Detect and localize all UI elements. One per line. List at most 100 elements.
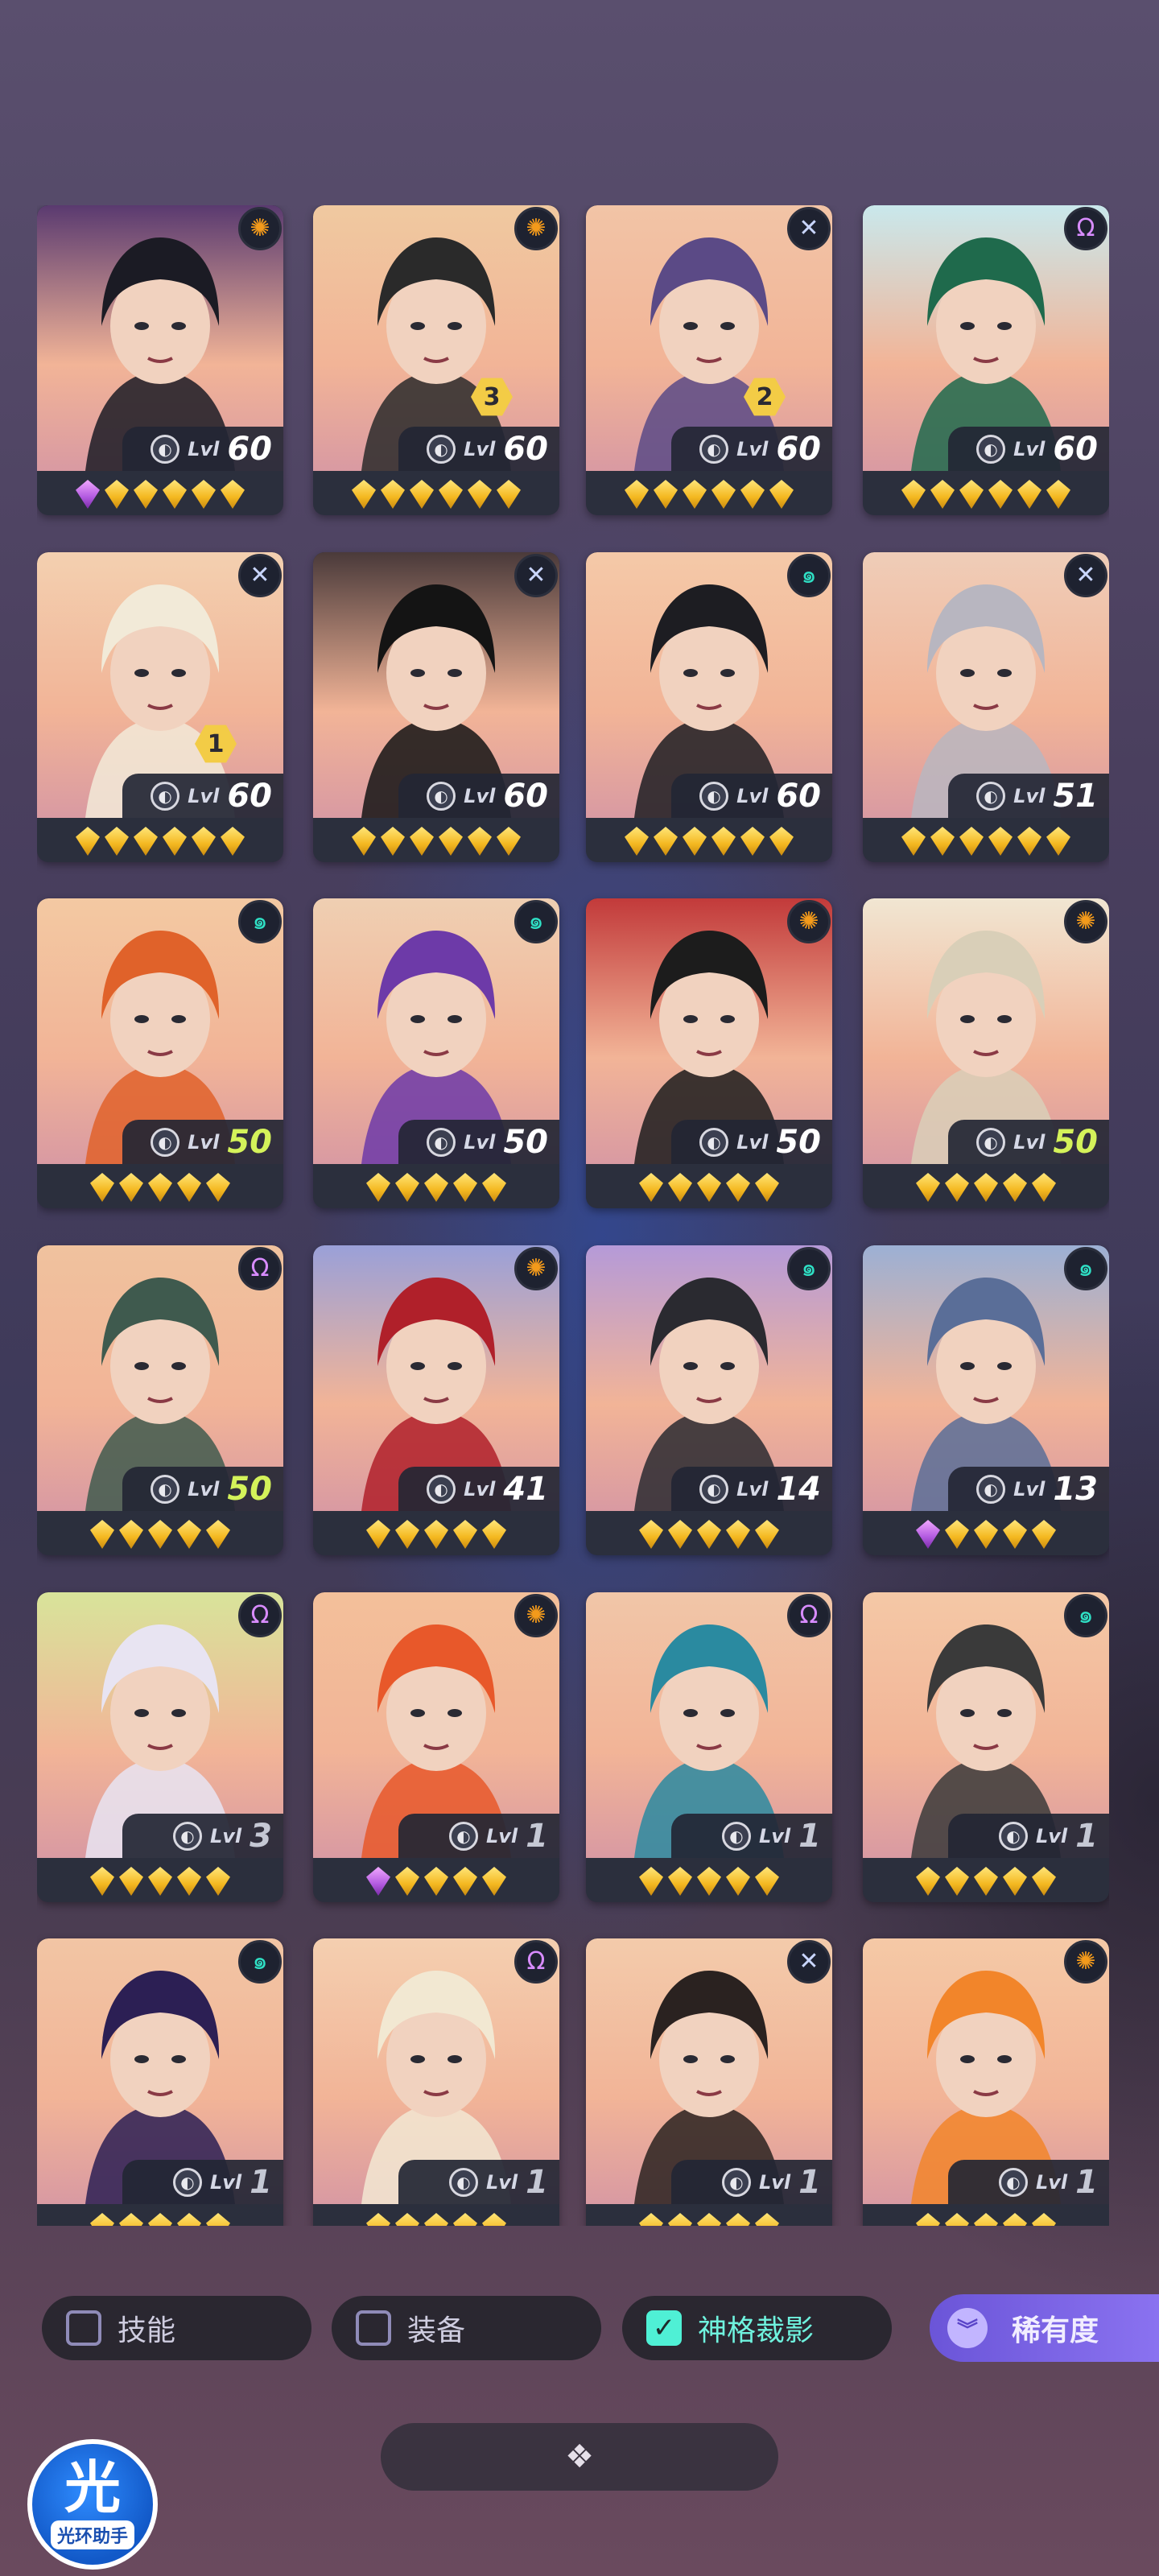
aperture-icon: ◐: [427, 434, 456, 464]
purple-gem-icon: [916, 1520, 940, 1549]
gold-gem-icon: [482, 1867, 506, 1896]
hero-card[interactable]: Ω ◐ Lvl 50: [37, 1245, 283, 1555]
level-bar: ◐ Lvl 1: [398, 2160, 559, 2204]
gold-gem-icon: [105, 827, 129, 856]
level-bar: ◐ Lvl 1: [671, 2160, 832, 2204]
level-prefix: Lvl: [1035, 2170, 1068, 2194]
equipment-filter[interactable]: 装备: [332, 2296, 601, 2360]
skill-checkbox[interactable]: [66, 2310, 101, 2346]
level-prefix: Lvl: [464, 437, 496, 460]
hero-card[interactable]: ๑ ◐ Lvl 1: [37, 1938, 283, 2226]
gold-gem-icon: [221, 480, 245, 509]
skill-filter[interactable]: 技能: [42, 2296, 311, 2360]
hero-card[interactable]: ✕ ◐ Lvl 60: [313, 552, 559, 862]
gold-gem-icon: [988, 480, 1013, 509]
omega-icon: Ω: [514, 1940, 558, 1984]
divine-shadow-checkbox[interactable]: ✓: [646, 2310, 682, 2346]
hero-card[interactable]: ๑ ◐ Lvl 13: [863, 1245, 1109, 1555]
level-value: 60: [776, 777, 821, 815]
aperture-icon: ◐: [721, 1821, 751, 1851]
star-rating: [863, 1169, 1109, 1206]
hero-card[interactable]: ๑ ◐ Lvl 60: [586, 552, 832, 862]
gold-gem-icon: [639, 2213, 663, 2226]
cross-swords-icon: ✕: [1064, 554, 1107, 597]
hero-card[interactable]: ✕ 2 ◐ Lvl 60: [586, 205, 832, 515]
gold-gem-icon: [974, 1867, 998, 1896]
level-value: 50: [227, 1470, 272, 1508]
gold-gem-icon: [352, 827, 376, 856]
star-rating: [313, 1516, 559, 1553]
hero-card[interactable]: ✺ ◐ Lvl 50: [863, 898, 1109, 1208]
hero-card[interactable]: ✺ 3 ◐ Lvl 60: [313, 205, 559, 515]
hero-card[interactable]: ✺ ◐ Lvl 60: [37, 205, 283, 515]
level-value: 1: [250, 2163, 272, 2201]
level-prefix: Lvl: [1035, 1824, 1068, 1847]
equipment-checkbox[interactable]: [356, 2310, 391, 2346]
gold-gem-icon: [1046, 827, 1070, 856]
level-prefix: Lvl: [188, 437, 220, 460]
gold-gem-icon: [206, 1867, 230, 1896]
gold-gem-icon: [366, 1173, 390, 1202]
gold-gem-icon: [177, 1520, 201, 1549]
gold-gem-icon: [1032, 1520, 1056, 1549]
crosshair-icon: ✺: [1064, 900, 1107, 943]
gold-gem-icon: [177, 1173, 201, 1202]
hero-card[interactable]: ๑ ◐ Lvl 50: [313, 898, 559, 1208]
gold-gem-icon: [134, 480, 158, 509]
level-value: 1: [798, 1817, 821, 1855]
level-bar: ◐ Lvl 60: [398, 427, 559, 471]
level-prefix: Lvl: [188, 1130, 220, 1154]
gold-gem-icon: [740, 480, 765, 509]
hero-card[interactable]: Ω ◐ Lvl 1: [586, 1592, 832, 1902]
level-prefix: Lvl: [758, 1824, 791, 1847]
hero-card[interactable]: ✺ ◐ Lvl 50: [586, 898, 832, 1208]
gold-gem-icon: [366, 1520, 390, 1549]
level-prefix: Lvl: [464, 784, 496, 807]
gold-gem-icon: [206, 1520, 230, 1549]
gold-gem-icon: [668, 1173, 692, 1202]
hero-card[interactable]: Ω ◐ Lvl 60: [863, 205, 1109, 515]
level-prefix: Lvl: [188, 1477, 220, 1501]
hero-card[interactable]: ✕ 1 ◐ Lvl 60: [37, 552, 283, 862]
gold-gem-icon: [453, 2213, 477, 2226]
star-rating: [313, 1169, 559, 1206]
level-prefix: Lvl: [485, 2170, 518, 2194]
level-bar: ◐ Lvl 60: [122, 427, 283, 471]
gold-gem-icon: [639, 1867, 663, 1896]
gold-gem-icon: [916, 2213, 940, 2226]
hero-card[interactable]: ✕ ◐ Lvl 1: [586, 1938, 832, 2226]
gold-gem-icon: [148, 1173, 172, 1202]
hero-card[interactable]: ✺ ◐ Lvl 1: [863, 1938, 1109, 2226]
hero-card[interactable]: ✕ ◐ Lvl 51: [863, 552, 1109, 862]
hero-card[interactable]: Ω ◐ Lvl 1: [313, 1938, 559, 2226]
star-rating: [37, 1863, 283, 1900]
gold-gem-icon: [163, 480, 187, 509]
app-logo[interactable]: 光 光环助手: [27, 2439, 158, 2570]
omega-icon: Ω: [238, 1247, 282, 1290]
hero-card[interactable]: ✺ ◐ Lvl 41: [313, 1245, 559, 1555]
hero-card[interactable]: ๑ ◐ Lvl 1: [863, 1592, 1109, 1902]
gold-gem-icon: [1003, 1173, 1027, 1202]
divine-shadow-filter[interactable]: ✓ 神格裁影: [622, 2296, 892, 2360]
star-rating: [586, 1863, 832, 1900]
gold-gem-icon: [206, 2213, 230, 2226]
hero-card[interactable]: ✺ ◐ Lvl 1: [313, 1592, 559, 1902]
aperture-icon: ◐: [976, 1127, 1006, 1157]
hero-card[interactable]: ๑ ◐ Lvl 50: [37, 898, 283, 1208]
rarity-sort-button[interactable]: ︾ 稀有度: [930, 2294, 1159, 2362]
expand-toggle-button[interactable]: ❖: [381, 2423, 778, 2491]
aperture-icon: ◐: [151, 781, 180, 811]
aperture-icon: ◐: [151, 1474, 180, 1504]
cross-swords-icon: ✕: [238, 554, 282, 597]
gold-gem-icon: [1017, 827, 1041, 856]
hero-card[interactable]: Ω ◐ Lvl 3: [37, 1592, 283, 1902]
crosshair-icon: ✺: [1064, 1940, 1107, 1984]
gold-gem-icon: [90, 1520, 114, 1549]
aperture-icon: ◐: [172, 2167, 202, 2197]
level-value: 14: [776, 1470, 821, 1508]
gold-gem-icon: [497, 480, 521, 509]
gold-gem-icon: [468, 827, 492, 856]
hero-card[interactable]: ๑ ◐ Lvl 14: [586, 1245, 832, 1555]
level-prefix: Lvl: [736, 784, 769, 807]
level-value: 51: [1053, 777, 1098, 815]
